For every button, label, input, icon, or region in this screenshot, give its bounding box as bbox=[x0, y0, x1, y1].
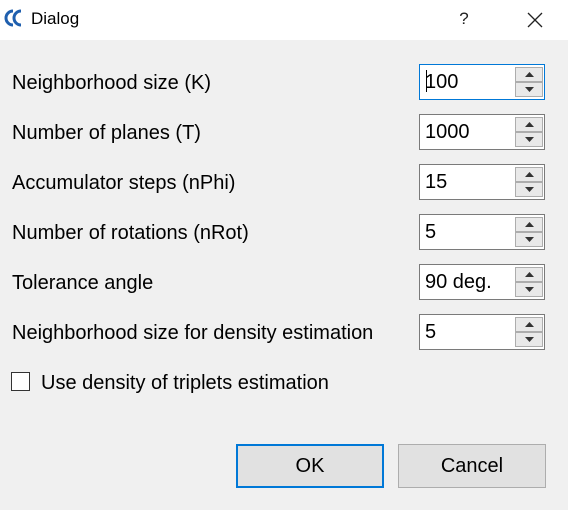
arrow-down-icon bbox=[525, 187, 534, 192]
number-of-planes-label: Number of planes (T) bbox=[12, 122, 201, 144]
arrow-up-icon bbox=[525, 322, 534, 327]
arrow-down-icon bbox=[525, 137, 534, 142]
number-of-rotations-value[interactable]: 5 bbox=[425, 220, 436, 244]
spin-up-button[interactable] bbox=[515, 167, 543, 182]
arrow-down-icon bbox=[525, 337, 534, 342]
neighborhood-size-label: Neighborhood size (K) bbox=[12, 72, 211, 94]
arrow-up-icon bbox=[525, 222, 534, 227]
tolerance-angle-label: Tolerance angle bbox=[12, 272, 154, 294]
help-button[interactable]: ? bbox=[447, 0, 481, 40]
spin-down-button[interactable] bbox=[515, 182, 543, 197]
accumulator-steps-label: Accumulator steps (nPhi) bbox=[12, 172, 236, 194]
density-triplets-checkbox[interactable] bbox=[11, 372, 30, 391]
spin-down-button[interactable] bbox=[515, 232, 543, 247]
arrow-down-icon bbox=[525, 237, 534, 242]
spin-up-button[interactable] bbox=[515, 267, 543, 282]
spin-down-button[interactable] bbox=[515, 132, 543, 147]
tolerance-angle-spinbox[interactable]: 90 deg. bbox=[419, 264, 545, 300]
spin-up-button[interactable] bbox=[515, 217, 543, 232]
density-triplets-label[interactable]: Use density of triplets estimation bbox=[41, 371, 329, 395]
title-bar: Dialog ? bbox=[0, 0, 568, 40]
tolerance-angle-value[interactable]: 90 deg. bbox=[425, 270, 492, 294]
spin-up-button[interactable] bbox=[515, 317, 543, 332]
density-neighborhood-size-spinbox[interactable]: 5 bbox=[419, 314, 545, 350]
spin-down-button[interactable] bbox=[515, 332, 543, 347]
spin-down-button[interactable] bbox=[515, 282, 543, 297]
arrow-up-icon bbox=[525, 172, 534, 177]
density-neighborhood-size-value[interactable]: 5 bbox=[425, 320, 436, 344]
window-title: Dialog bbox=[31, 9, 80, 28]
close-icon bbox=[527, 12, 543, 28]
spin-up-button[interactable] bbox=[515, 117, 543, 132]
number-of-planes-value[interactable]: 1000 bbox=[425, 120, 470, 144]
accumulator-steps-spinbox[interactable]: 15 bbox=[419, 164, 545, 200]
density-neighborhood-size-label: Neighborhood size for density estimation bbox=[12, 322, 374, 344]
neighborhood-size-value[interactable]: 100 bbox=[425, 70, 458, 94]
arrow-up-icon bbox=[525, 272, 534, 277]
number-of-rotations-label: Number of rotations (nRot) bbox=[12, 222, 249, 244]
accumulator-steps-value[interactable]: 15 bbox=[425, 170, 447, 194]
text-cursor bbox=[426, 70, 427, 92]
cancel-button[interactable]: Cancel bbox=[398, 444, 546, 488]
arrow-up-icon bbox=[525, 72, 534, 77]
number-of-planes-spinbox[interactable]: 1000 bbox=[419, 114, 545, 150]
neighborhood-size-spinbox[interactable]: 100 bbox=[419, 64, 545, 100]
spin-up-button[interactable] bbox=[515, 67, 543, 82]
arrow-down-icon bbox=[525, 87, 534, 92]
close-button[interactable] bbox=[516, 0, 554, 40]
number-of-rotations-spinbox[interactable]: 5 bbox=[419, 214, 545, 250]
spin-down-button[interactable] bbox=[515, 82, 543, 97]
arrow-up-icon bbox=[525, 122, 534, 127]
ok-button[interactable]: OK bbox=[236, 444, 384, 488]
cloudcompare-logo-icon bbox=[4, 9, 22, 27]
arrow-down-icon bbox=[525, 287, 534, 292]
